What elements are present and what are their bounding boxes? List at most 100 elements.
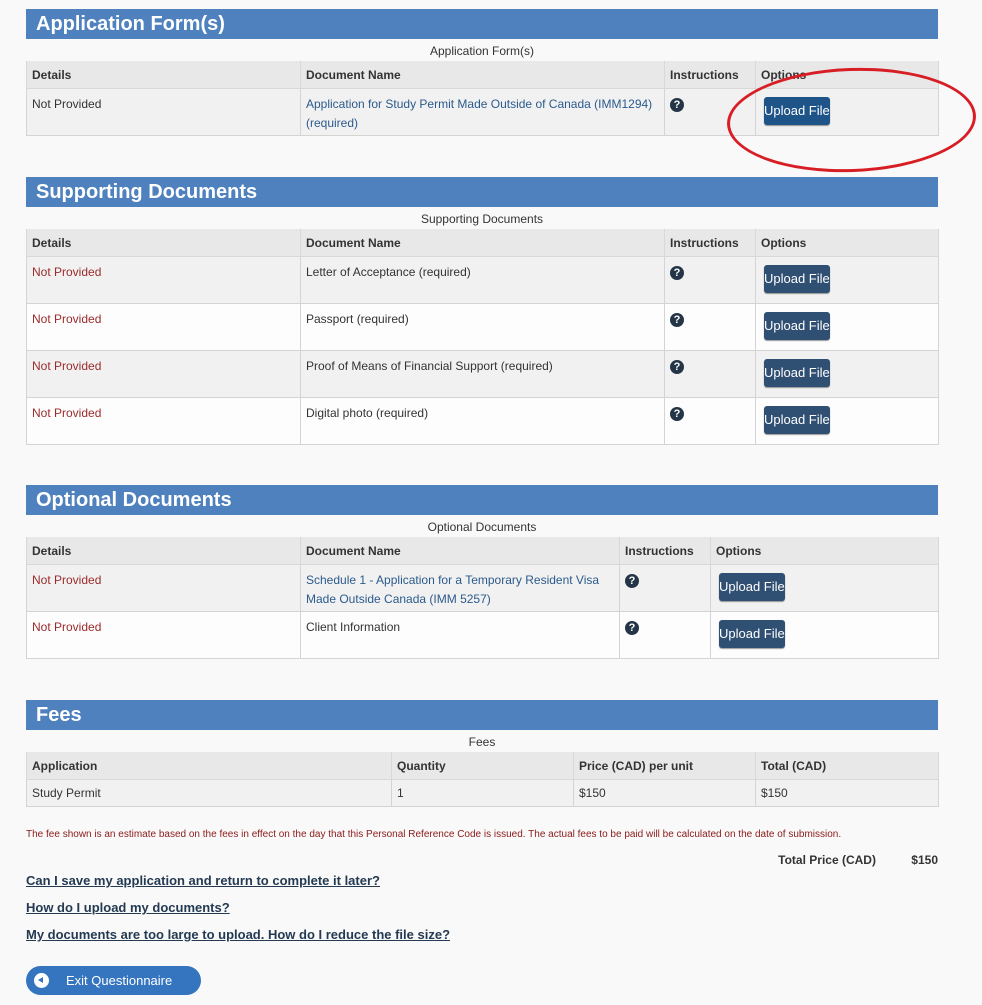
document-name-link[interactable]: Application for Study Permit Made Outsid… bbox=[306, 97, 652, 130]
upload-file-button[interactable]: Upload File bbox=[764, 265, 830, 293]
details-cell: Not Provided bbox=[26, 88, 301, 136]
column-header-document-name: Document Name bbox=[300, 537, 620, 565]
fee-estimate-note: The fee shown is an estimate based on th… bbox=[26, 829, 842, 840]
details-cell: Not Provided bbox=[26, 564, 301, 612]
question-circle-icon[interactable]: ? bbox=[670, 98, 684, 112]
table-row: Not Provided Passport (required) ? Uploa… bbox=[26, 303, 939, 351]
section-header-application-forms: Application Form(s) bbox=[26, 9, 938, 39]
instructions-cell: ? bbox=[664, 303, 756, 351]
table-row: Not Provided Application for Study Permi… bbox=[26, 88, 939, 136]
help-link-upload-documents[interactable]: How do I upload my documents? bbox=[26, 899, 450, 916]
table-header-row: Details Document Name Instructions Optio… bbox=[26, 61, 939, 89]
document-name-link[interactable]: Schedule 1 - Application for a Temporary… bbox=[306, 573, 599, 606]
column-header-price: Price (CAD) per unit bbox=[573, 752, 756, 780]
column-header-document-name: Document Name bbox=[300, 229, 665, 257]
supporting-documents-table: Details Document Name Instructions Optio… bbox=[26, 229, 939, 445]
table-caption: Application Form(s) bbox=[429, 44, 535, 58]
table-row: Not Provided Schedule 1 - Application fo… bbox=[26, 564, 939, 612]
question-circle-icon[interactable]: ? bbox=[625, 621, 639, 635]
exit-questionnaire-label: Exit Questionnaire bbox=[66, 973, 173, 988]
help-link-save-application[interactable]: Can I save my application and return to … bbox=[26, 872, 450, 889]
table-header-row: Details Document Name Instructions Optio… bbox=[26, 537, 939, 565]
options-cell: Upload File bbox=[755, 397, 939, 445]
column-header-details: Details bbox=[26, 229, 301, 257]
table-row: Not Provided Digital photo (required) ? … bbox=[26, 397, 939, 445]
total-price-label: Total Price (CAD) bbox=[778, 853, 876, 867]
column-header-options: Options bbox=[710, 537, 939, 565]
document-name-cell: Application for Study Permit Made Outsid… bbox=[300, 88, 665, 136]
fees-table: Application Quantity Price (CAD) per uni… bbox=[26, 752, 939, 807]
column-header-instructions: Instructions bbox=[664, 61, 756, 89]
help-link-reduce-file-size[interactable]: My documents are too large to upload. Ho… bbox=[26, 926, 450, 943]
options-cell: Upload File bbox=[710, 564, 939, 612]
details-cell: Not Provided bbox=[26, 611, 301, 659]
document-name-cell: Passport (required) bbox=[300, 303, 665, 351]
options-cell: Upload File bbox=[710, 611, 939, 659]
table-header-row: Application Quantity Price (CAD) per uni… bbox=[26, 752, 939, 780]
fees-section: Fees Fees Application Quantity Price (CA… bbox=[26, 700, 939, 807]
column-header-details: Details bbox=[26, 61, 301, 89]
instructions-cell: ? bbox=[619, 611, 711, 659]
instructions-cell: ? bbox=[664, 397, 756, 445]
document-name-cell: Proof of Means of Financial Support (req… bbox=[300, 350, 665, 398]
upload-file-button[interactable]: Upload File bbox=[764, 97, 830, 125]
column-header-document-name: Document Name bbox=[300, 61, 665, 89]
column-header-instructions: Instructions bbox=[664, 229, 756, 257]
instructions-cell: ? bbox=[664, 88, 756, 136]
column-header-options: Options bbox=[755, 229, 939, 257]
optional-documents-table: Details Document Name Instructions Optio… bbox=[26, 537, 939, 659]
upload-file-button[interactable]: Upload File bbox=[719, 573, 785, 601]
question-circle-icon[interactable]: ? bbox=[670, 313, 684, 327]
upload-file-button[interactable]: Upload File bbox=[764, 312, 830, 340]
instructions-cell: ? bbox=[664, 256, 756, 304]
upload-file-button[interactable]: Upload File bbox=[719, 620, 785, 648]
document-name-cell: Client Information bbox=[300, 611, 620, 659]
details-cell: Not Provided bbox=[26, 303, 301, 351]
table-row: Study Permit 1 $150 $150 bbox=[26, 779, 939, 807]
column-header-options: Options bbox=[755, 61, 939, 89]
question-circle-icon[interactable]: ? bbox=[670, 407, 684, 421]
quantity-cell: 1 bbox=[391, 779, 574, 807]
application-cell: Study Permit bbox=[26, 779, 392, 807]
table-caption: Supporting Documents bbox=[420, 212, 544, 226]
question-circle-icon[interactable]: ? bbox=[625, 574, 639, 588]
help-links: Can I save my application and return to … bbox=[26, 872, 450, 953]
question-circle-icon[interactable]: ? bbox=[670, 266, 684, 280]
table-caption: Optional Documents bbox=[427, 520, 537, 534]
options-cell: Upload File bbox=[755, 303, 939, 351]
details-cell: Not Provided bbox=[26, 397, 301, 445]
details-cell: Not Provided bbox=[26, 256, 301, 304]
instructions-cell: ? bbox=[619, 564, 711, 612]
document-name-cell: Letter of Acceptance (required) bbox=[300, 256, 665, 304]
document-name-cell: Digital photo (required) bbox=[300, 397, 665, 445]
section-header-optional-documents: Optional Documents bbox=[26, 485, 938, 515]
column-header-application: Application bbox=[26, 752, 392, 780]
total-price: Total Price (CAD) $150 bbox=[778, 853, 938, 867]
section-header-supporting-documents: Supporting Documents bbox=[26, 177, 938, 207]
table-row: Not Provided Client Information ? Upload… bbox=[26, 611, 939, 659]
column-header-quantity: Quantity bbox=[391, 752, 574, 780]
column-header-instructions: Instructions bbox=[619, 537, 711, 565]
instructions-cell: ? bbox=[664, 350, 756, 398]
question-circle-icon[interactable]: ? bbox=[670, 360, 684, 374]
exit-questionnaire-button[interactable]: Exit Questionnaire bbox=[26, 966, 201, 995]
upload-file-button[interactable]: Upload File bbox=[764, 359, 830, 387]
upload-file-button[interactable]: Upload File bbox=[764, 406, 830, 434]
application-forms-table: Details Document Name Instructions Optio… bbox=[26, 61, 939, 136]
column-header-details: Details bbox=[26, 537, 301, 565]
details-cell: Not Provided bbox=[26, 350, 301, 398]
options-cell: Upload File bbox=[755, 350, 939, 398]
table-row: Not Provided Letter of Acceptance (requi… bbox=[26, 256, 939, 304]
table-row: Not Provided Proof of Means of Financial… bbox=[26, 350, 939, 398]
optional-documents-section: Optional Documents Optional Documents De… bbox=[26, 485, 939, 659]
supporting-documents-section: Supporting Documents Supporting Document… bbox=[26, 177, 939, 445]
column-header-total: Total (CAD) bbox=[755, 752, 939, 780]
table-header-row: Details Document Name Instructions Optio… bbox=[26, 229, 939, 257]
section-header-fees: Fees bbox=[26, 700, 938, 730]
options-cell: Upload File bbox=[755, 88, 939, 136]
back-arrow-circle-icon bbox=[34, 973, 49, 988]
total-price-value: $150 bbox=[911, 853, 938, 867]
application-forms-section: Application Form(s) Application Form(s) … bbox=[26, 9, 939, 136]
document-name-cell: Schedule 1 - Application for a Temporary… bbox=[300, 564, 620, 612]
price-cell: $150 bbox=[573, 779, 756, 807]
